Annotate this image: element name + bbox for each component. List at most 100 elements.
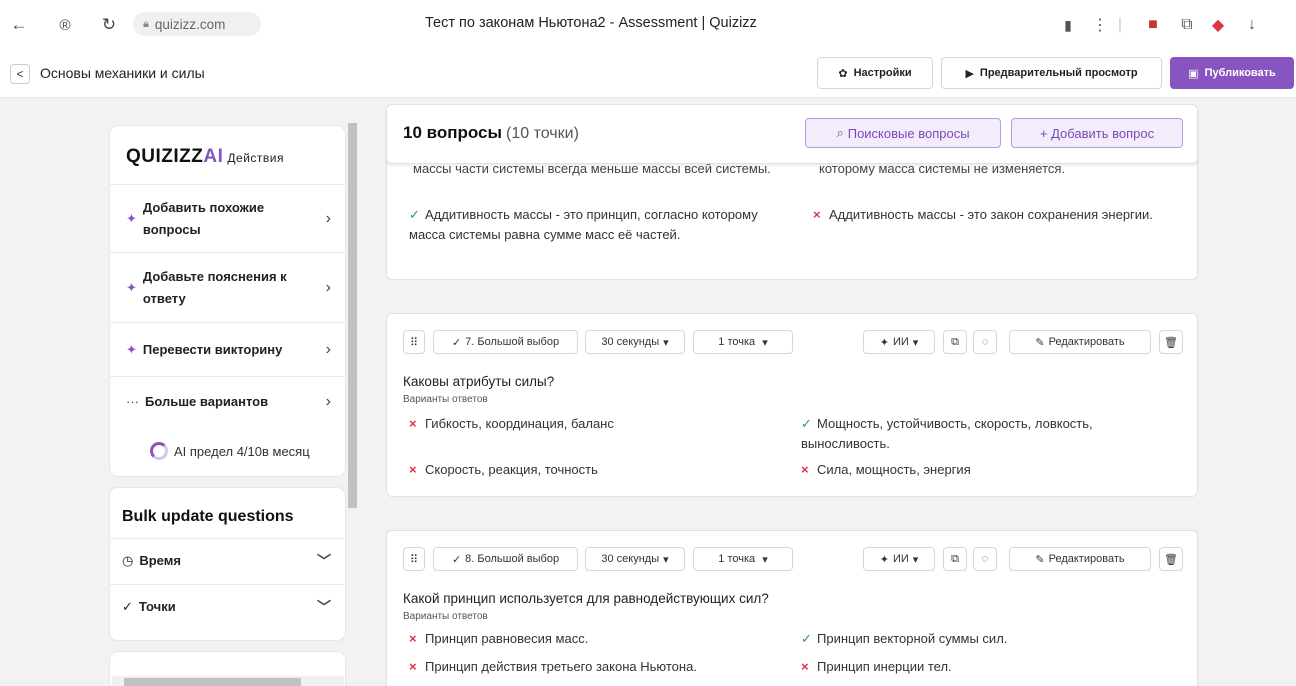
bookmark-icon[interactable]: ▮: [1056, 13, 1080, 37]
bulk-update-card: Bulk update questions ◷ Время ﹀ ✓ Точки …: [110, 488, 345, 640]
reload-icon[interactable]: ↻: [98, 14, 120, 36]
settings-button[interactable]: ✿ Настройки: [817, 57, 933, 89]
pencil-icon: ✎: [1035, 336, 1045, 349]
edit-button[interactable]: ✎ Редактировать: [1009, 547, 1151, 571]
answer-text: Принцип равновесия масс.: [425, 631, 589, 646]
scrollbar-thumb[interactable]: [124, 678, 301, 686]
answer-text: Принцип действия третьего закона Ньютона…: [425, 659, 697, 674]
caret-down-icon: ▾: [912, 336, 919, 349]
gear-icon: ✿: [838, 67, 848, 80]
question-type-dropdown[interactable]: ✓ 8. Большой выбор: [433, 547, 578, 571]
time-dropdown[interactable]: 30 секунды ▾: [585, 330, 685, 354]
lock-icon: 🔒︎: [143, 17, 149, 30]
trash-icon[interactable]: 🗑︎: [1159, 330, 1183, 354]
browser-toolbar: ← ® ↻ 🔒︎ quizizz.com Тест по законам Нью…: [0, 0, 1296, 50]
action-label: Больше вариантов: [145, 393, 269, 409]
points-dropdown[interactable]: 1 точка ▾: [693, 547, 793, 571]
answer-text: Принцип векторной суммы сил.: [817, 631, 1008, 646]
downloads-icon[interactable]: ↓: [1240, 13, 1264, 37]
address-bar[interactable]: 🔒︎ quizizz.com: [133, 12, 261, 36]
duplicate-icon[interactable]: ⧉: [943, 547, 967, 571]
chevron-right-icon: ›: [325, 340, 331, 358]
edit-label: Редактировать: [1048, 553, 1125, 565]
app-header: < Основы механики и силы ✿ Настройки ▶ П…: [0, 50, 1296, 98]
back-arrow-icon[interactable]: ←: [8, 14, 30, 36]
answer-option: × Гибкость, координация, баланс: [409, 414, 789, 434]
cross-icon: ×: [409, 659, 417, 674]
check-icon: ✓: [122, 598, 133, 614]
chevron-down-icon: ﹀: [317, 552, 331, 569]
chevron-left-icon: <: [16, 67, 24, 81]
question-type-label: 7. Большой выбор: [465, 336, 560, 348]
progress-ring-icon: [150, 442, 168, 460]
extension-puzzle-icon[interactable]: ⧉: [1175, 13, 1199, 37]
cross-icon: ×: [813, 207, 821, 222]
action-label: Добавить похожие вопросы: [142, 199, 265, 237]
answers-label: Варианты ответов: [403, 611, 488, 622]
answer-text: Принцип инерции тел.: [817, 659, 952, 674]
count-text: 10 вопросы: [403, 123, 503, 142]
extension-adblock-icon[interactable]: ■: [1141, 13, 1165, 37]
answer-option: ✓ Принцип векторной суммы сил.: [801, 629, 1181, 649]
questions-header: 10 вопросы (10 точки) ⌕ Поисковые вопросы…: [386, 104, 1198, 164]
answer-option: × Аддитивность массы - это закон сохранен…: [813, 205, 1193, 225]
extension-pdf-icon[interactable]: ◆: [1206, 13, 1230, 37]
clock-icon: ◷: [122, 552, 134, 568]
question-type-dropdown[interactable]: ✓ 7. Большой выбор: [433, 330, 578, 354]
action-more-options[interactable]: ··· Больше вариантов ›: [110, 376, 345, 426]
action-add-similar[interactable]: ✦ Добавить похожие вопросы ›: [110, 184, 345, 252]
search-questions-button[interactable]: ⌕ Поисковые вопросы: [805, 118, 1001, 148]
cross-icon: ×: [801, 462, 809, 477]
answers-label: Варианты ответов: [403, 394, 488, 405]
yandex-icon[interactable]: ®: [54, 14, 76, 36]
question-text: Каковы атрибуты силы?: [403, 374, 555, 389]
drag-handle-icon[interactable]: ⠿: [403, 330, 425, 354]
check-icon: ✓: [409, 207, 420, 222]
answer-text: Аддитивность массы - это закон сохранени…: [829, 207, 1153, 222]
cross-icon: ×: [801, 659, 809, 674]
check-icon: ✓: [451, 336, 462, 349]
time-label: 30 секунды: [601, 336, 660, 348]
time-dropdown[interactable]: 30 секунды ▾: [585, 547, 685, 571]
question-text: Какой принцип используется для равнодейс…: [403, 591, 769, 606]
logo-ai: AI: [203, 146, 224, 167]
answer-option: × Сила, мощность, энергия: [801, 460, 1181, 480]
drag-handle-icon[interactable]: ⠿: [403, 547, 425, 571]
ai-dropdown[interactable]: ✦ ИИ ▾: [863, 547, 935, 571]
answer-text: Сила, мощность, энергия: [817, 462, 971, 477]
logo-text: QUIZIZZ: [126, 146, 204, 167]
back-button[interactable]: <: [10, 64, 30, 84]
edit-button[interactable]: ✎ Редактировать: [1009, 330, 1151, 354]
publish-label: Публиковать: [1204, 67, 1276, 79]
answer-text: Мощность, устойчивость, скорость, ловкос…: [801, 416, 1093, 451]
caret-down-icon: ▾: [759, 336, 768, 349]
add-question-button[interactable]: + Добавить вопрос: [1011, 118, 1183, 148]
trash-icon[interactable]: 🗑︎: [1159, 547, 1183, 571]
duplicate-icon[interactable]: ⧉: [943, 330, 967, 354]
action-add-explanations[interactable]: ✦ Добавьте пояснения к ответу ›: [110, 252, 345, 322]
points-text: (10 точки): [506, 125, 579, 142]
sparkle-icon: ✦: [879, 553, 889, 566]
pencil-icon: ✎: [1035, 553, 1045, 566]
answer-option: × Скорость, реакция, точность: [409, 460, 789, 480]
bulk-time-row[interactable]: ◷ Время ﹀: [110, 538, 345, 582]
horizontal-scrollbar[interactable]: [112, 676, 344, 686]
ai-label: ИИ: [892, 336, 909, 348]
bulk-points-row[interactable]: ✓ Точки ﹀: [110, 584, 345, 628]
bulk-title: Bulk update questions: [122, 508, 294, 525]
answer-text: Скорость, реакция, точность: [425, 462, 598, 477]
scrollbar-thumb[interactable]: [348, 123, 357, 508]
tag-icon[interactable]: ◌: [973, 330, 997, 354]
action-translate[interactable]: ✦ Перевести викторину ›: [110, 322, 345, 376]
ai-dropdown[interactable]: ✦ ИИ ▾: [863, 330, 935, 354]
cross-icon: ×: [409, 416, 417, 431]
question-card-8: ⠿ ✓ 8. Большой выбор 30 секунды ▾ 1 точк…: [386, 530, 1198, 686]
tag-icon[interactable]: ◌: [973, 547, 997, 571]
preview-label: Предварительный просмотр: [979, 67, 1138, 79]
vertical-scrollbar[interactable]: [346, 108, 360, 686]
caret-down-icon: ▾: [663, 336, 669, 349]
preview-button[interactable]: ▶ Предварительный просмотр: [941, 57, 1162, 89]
bulk-time-label: Время: [139, 553, 181, 568]
points-dropdown[interactable]: 1 точка ▾: [693, 330, 793, 354]
publish-button[interactable]: ▣ Публиковать: [1170, 57, 1294, 89]
